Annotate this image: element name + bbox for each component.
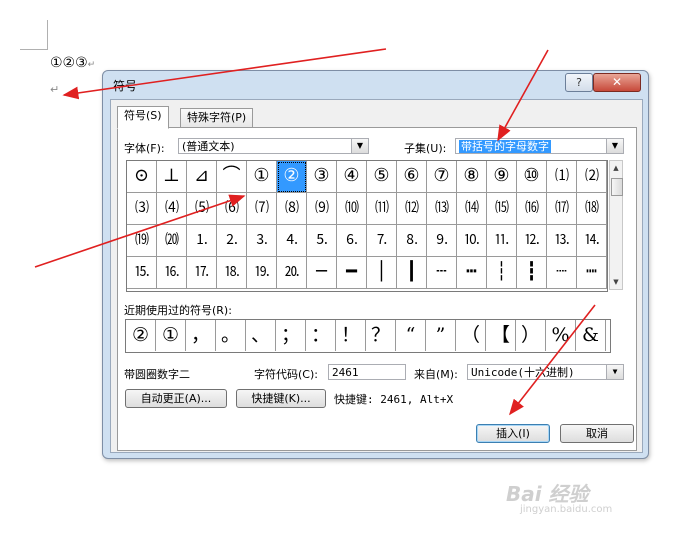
tab-symbols[interactable]: 符号(S) xyxy=(117,106,169,129)
arrow-to-symbol xyxy=(34,194,246,268)
arrow-to-paragraph xyxy=(62,48,387,100)
baidu-watermark-url: jingyan.baidu.com xyxy=(520,504,613,515)
arrow-to-insert xyxy=(509,304,596,416)
baidu-watermark-logo: Bai 经验 xyxy=(506,482,589,506)
annotation-arrows xyxy=(34,48,596,416)
arrow-to-subset xyxy=(497,49,549,142)
